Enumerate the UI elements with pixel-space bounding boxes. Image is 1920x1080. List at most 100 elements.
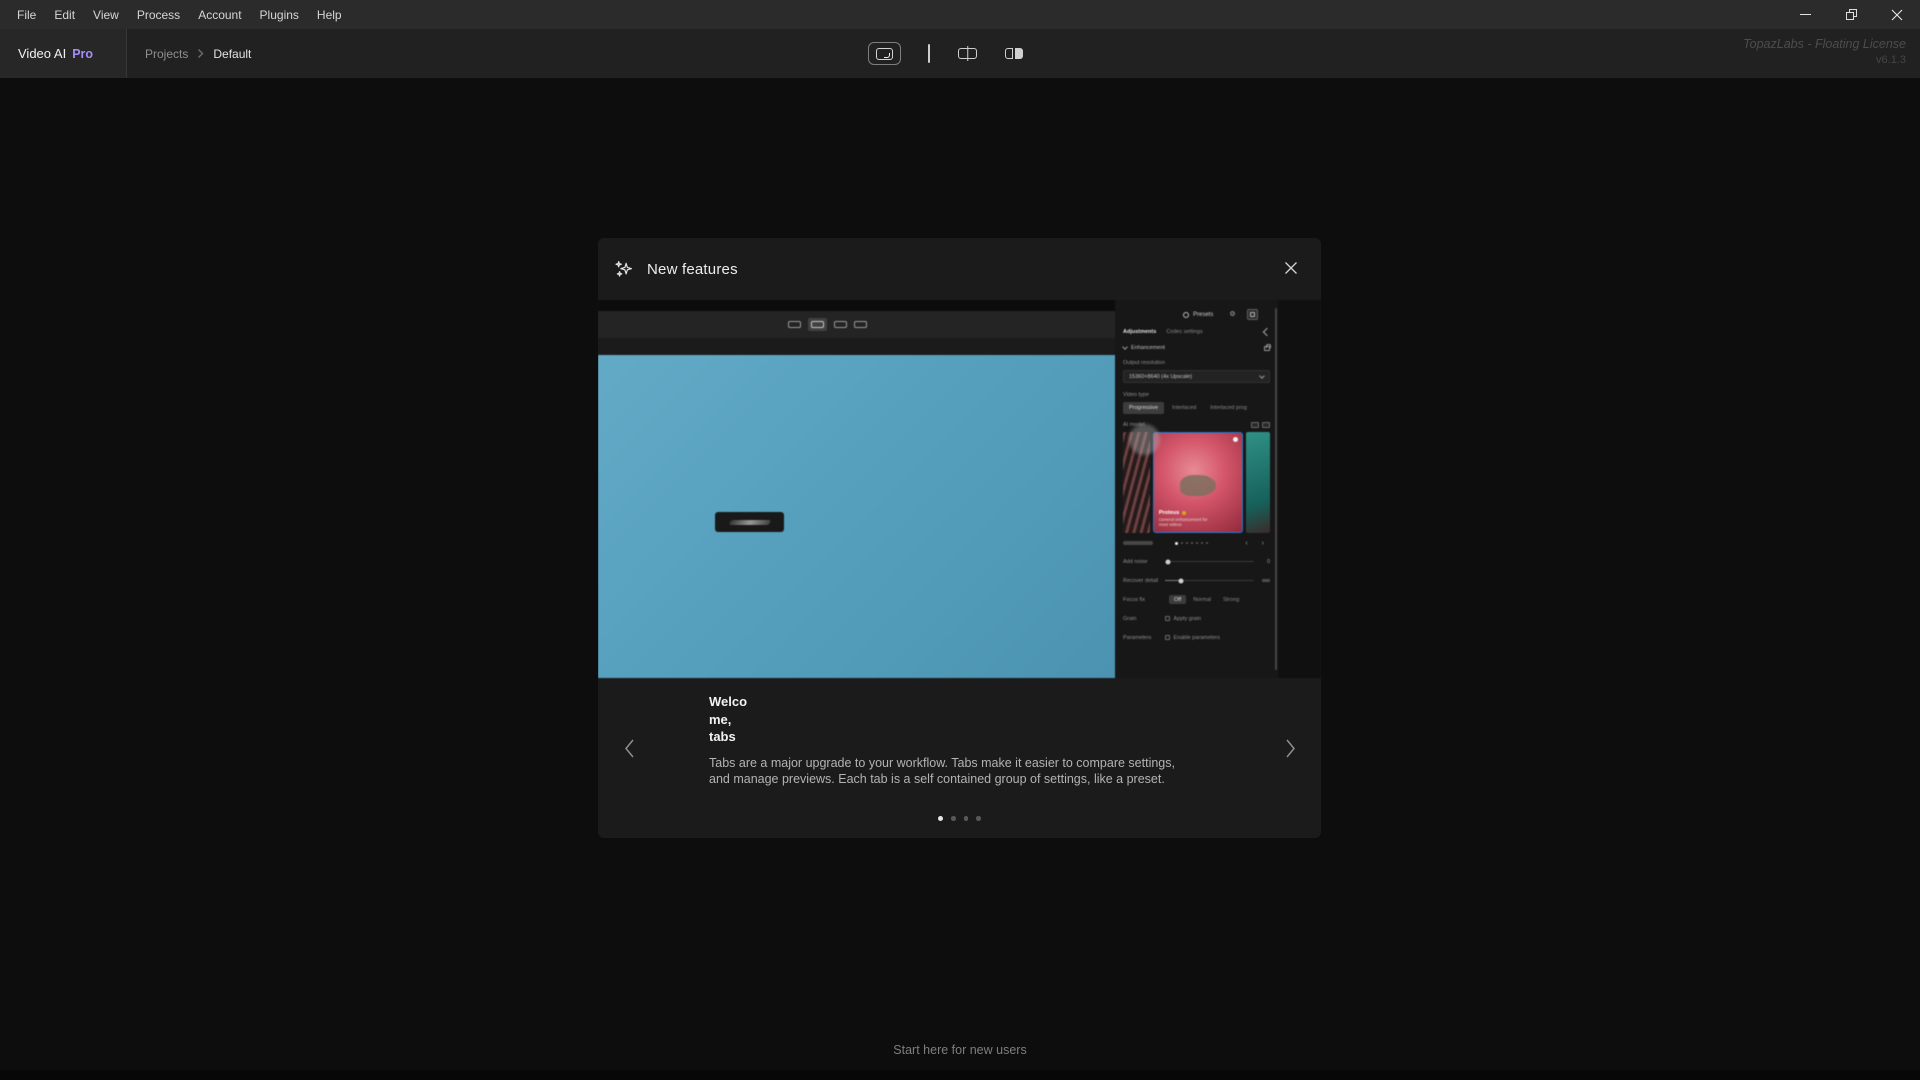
screenshot-view-icon: [834, 321, 847, 328]
dialog-close-button[interactable]: [1281, 258, 1301, 278]
close-window-button[interactable]: [1874, 0, 1920, 29]
parameters-label: Parameters: [1123, 635, 1165, 641]
bottom-edge: [0, 1070, 1920, 1080]
window-controls: [1782, 0, 1920, 29]
carousel-dot-3[interactable]: [964, 816, 969, 821]
single-view-button[interactable]: [928, 45, 930, 63]
single-view-crop-button[interactable]: [868, 42, 901, 65]
output-resolution-dropdown: 15360×8640 (4x Upscale): [1123, 370, 1270, 383]
lock-icon: [1264, 346, 1270, 351]
new-features-dialog: New features: [598, 238, 1321, 838]
parameters-checkbox: [1165, 635, 1170, 640]
cursor-halo: [1129, 424, 1160, 455]
screenshot-menubar: [598, 300, 1115, 311]
screenshot-tab-strip: [598, 338, 1115, 355]
pro-badge: Pro: [72, 47, 93, 61]
presets-label: Presets: [1193, 312, 1213, 318]
restore-button[interactable]: [1828, 0, 1874, 29]
minimize-button[interactable]: [1782, 0, 1828, 29]
focus-off: Off: [1169, 595, 1186, 604]
focus-normal: Normal: [1188, 595, 1216, 604]
panel-toggle-icon: [1247, 309, 1258, 320]
app-version: v6.1.3: [1743, 53, 1906, 68]
menu-view[interactable]: View: [84, 0, 128, 29]
video-type-interlaced-prog: Interlaced prog: [1204, 402, 1253, 414]
model-pager-dots: [1175, 542, 1208, 545]
carousel-prev-button[interactable]: [616, 730, 642, 766]
side-by-side-icon: [1005, 48, 1023, 59]
model-pager-arrows: ‹ ›: [1245, 540, 1270, 547]
screenshot-right-edge: [1278, 300, 1321, 678]
gear-icon: ⚙: [1229, 311, 1235, 318]
screenshot-view-toolbar: [598, 311, 1115, 338]
screenshot-preview-column: [598, 300, 1115, 678]
minimize-icon: [1800, 14, 1811, 15]
models-count-text: [1123, 541, 1153, 545]
grain-label: Grain: [1123, 616, 1165, 622]
video-type-interlaced: Interlaced: [1166, 402, 1202, 414]
chevron-right-icon: [1285, 738, 1296, 759]
carousel-dot-4[interactable]: [976, 816, 981, 821]
model-thumb-proteus: Proteus General enhancement for most vid…: [1153, 432, 1243, 533]
side-by-side-button[interactable]: [1005, 48, 1023, 59]
screenshot-view-icon: [788, 321, 801, 328]
screenshot-view-icon: [854, 321, 867, 328]
carousel-dot-2[interactable]: [951, 816, 956, 821]
adjustments-tab: Adjustments: [1123, 329, 1156, 335]
menu-help[interactable]: Help: [308, 0, 351, 29]
menu-file[interactable]: File: [8, 0, 45, 29]
screenshot-tab-pill: [715, 512, 784, 532]
focus-strong: Strong: [1218, 595, 1244, 604]
add-noise-label: Add noise: [1123, 559, 1165, 565]
menu-bar: File Edit View Process Account Plugins H…: [0, 0, 1920, 29]
video-type-progressive: Progressive: [1123, 402, 1164, 414]
recover-detail-value: [1262, 579, 1270, 583]
carousel-text-zone: Welco me, tabs Tabs are a major upgrade …: [598, 678, 1321, 838]
slide-description: Tabs are a major upgrade to your workflo…: [709, 755, 1209, 787]
sparkles-icon: [613, 259, 634, 280]
model-thumb-right: [1246, 432, 1270, 533]
recover-detail-label: Recover detail: [1123, 578, 1165, 584]
single-view-crop-icon: [876, 48, 893, 60]
focus-fix-segment: Off Normal Strong: [1169, 595, 1244, 604]
chevron-right-icon: [197, 48, 204, 59]
presets-icon: [1183, 312, 1189, 318]
add-noise-value: 0: [1260, 559, 1270, 565]
screenshot-scrollbar: [1275, 308, 1278, 670]
restore-icon: [1846, 9, 1857, 20]
model-name: Proteus: [1159, 510, 1179, 516]
video-type-label: Video type: [1123, 392, 1270, 398]
dialog-title: New features: [647, 261, 738, 278]
license-name: TopazLabs - Floating License: [1743, 36, 1906, 53]
dropdown-chevron-icon: [1259, 373, 1265, 379]
menu-account[interactable]: Account: [189, 0, 250, 29]
app-title: Video AI Pro: [0, 29, 127, 78]
breadcrumb-projects[interactable]: Projects: [145, 47, 188, 61]
layout-toggle-icons: [1251, 422, 1270, 428]
chevron-left-icon: [624, 738, 635, 759]
grain-checkbox: [1165, 616, 1170, 621]
menu-process[interactable]: Process: [128, 0, 189, 29]
carousel-dot-1[interactable]: [938, 816, 943, 821]
view-mode-toolbar: [868, 29, 1023, 78]
carousel-next-button[interactable]: [1277, 730, 1303, 766]
license-info: TopazLabs - Floating License v6.1.3: [1743, 36, 1906, 68]
screenshot-video-preview: [598, 355, 1115, 678]
menu-edit[interactable]: Edit: [45, 0, 84, 29]
model-pager: ‹ ›: [1123, 539, 1270, 547]
enable-parameters-label: Enable parameters: [1174, 635, 1220, 641]
close-icon: [1283, 260, 1299, 276]
app-header: Video AI Pro Projects Default TopazLabs …: [0, 29, 1920, 78]
carousel-dots: [598, 816, 1321, 821]
video-type-segment: Progressive Interlaced Interlaced prog: [1123, 402, 1270, 414]
collapse-chevron-icon: [1122, 344, 1128, 350]
apply-grain-label: Apply grain: [1174, 616, 1202, 622]
menu-plugins[interactable]: Plugins: [251, 0, 308, 29]
single-view-icon: [928, 44, 930, 63]
split-view-icon: [957, 46, 978, 61]
breadcrumb: Projects Default: [145, 29, 251, 78]
output-resolution-label: Output resolution: [1123, 360, 1270, 366]
split-view-button[interactable]: [957, 46, 978, 61]
info-icon: [1233, 437, 1238, 442]
app-window: File Edit View Process Account Plugins H…: [0, 0, 1920, 1080]
